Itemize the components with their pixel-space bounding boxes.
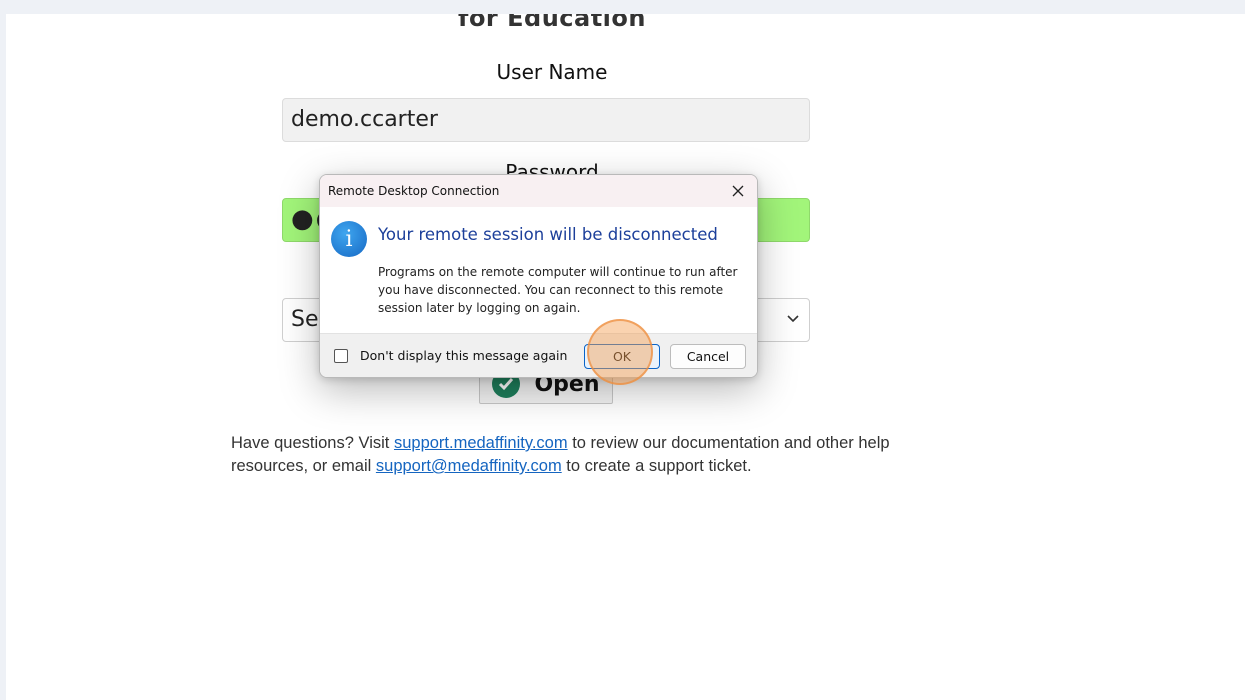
dialog-footer: Don't display this message again OK Canc…	[320, 333, 757, 377]
support-site-link[interactable]: support.medaffinity.com	[394, 434, 568, 452]
username-input[interactable]: demo.ccarter	[282, 98, 810, 142]
app-subtitle: for Education	[458, 14, 646, 32]
dont-display-label: Don't display this message again	[360, 348, 568, 363]
dont-display-checkbox-row[interactable]: Don't display this message again	[334, 348, 567, 363]
dialog-title: Remote Desktop Connection	[328, 184, 500, 198]
help-text: Have questions? Visit support.medaffinit…	[231, 432, 891, 478]
info-icon: i	[331, 221, 367, 257]
remote-desktop-dialog: Remote Desktop Connection i Your remote …	[319, 174, 758, 378]
cancel-button[interactable]: Cancel	[670, 344, 746, 369]
close-icon[interactable]	[725, 179, 751, 203]
dialog-message: Programs on the remote computer will con…	[378, 265, 738, 315]
chevron-down-icon	[787, 311, 799, 327]
dialog-heading: Your remote session will be disconnected	[378, 225, 718, 244]
help-text-part: Have questions? Visit	[231, 434, 394, 452]
dialog-titlebar: Remote Desktop Connection	[320, 175, 757, 207]
help-text-part: to create a support ticket.	[561, 457, 752, 475]
dont-display-checkbox[interactable]	[334, 348, 348, 363]
support-email-link[interactable]: support@medaffinity.com	[376, 457, 562, 475]
ok-button[interactable]: OK	[584, 344, 660, 369]
username-label: User Name	[496, 60, 608, 84]
dialog-body: i Your remote session will be disconnect…	[320, 207, 757, 333]
